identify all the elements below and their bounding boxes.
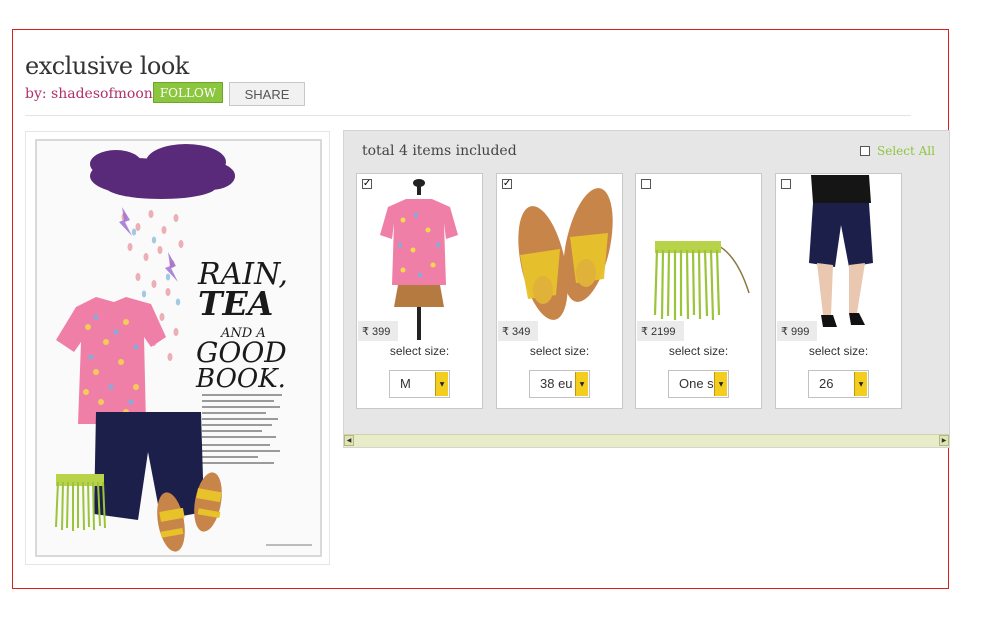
- size-value: M: [400, 376, 411, 391]
- item-price: ₹ 2199: [637, 321, 684, 341]
- select-all-control[interactable]: Select All: [860, 144, 935, 158]
- item-checkbox[interactable]: [781, 179, 791, 189]
- size-value: 38 eu: [540, 376, 573, 391]
- scroll-left-icon[interactable]: ◀: [344, 435, 354, 446]
- collage-headline-line-2: TEA: [198, 284, 273, 323]
- select-all-label[interactable]: Select All: [877, 144, 935, 158]
- item-checkbox[interactable]: ✓: [502, 179, 512, 189]
- product-image-top[interactable]: [358, 175, 481, 340]
- size-label: select size:: [389, 344, 450, 358]
- size-dropdown[interactable]: One s ▼: [668, 370, 729, 398]
- product-image-sandals[interactable]: [498, 175, 621, 340]
- product-card[interactable]: ₹ 999 select size: 26 ▼: [775, 173, 902, 409]
- collage-headline-line-5: BOOK.: [195, 364, 286, 394]
- size-dropdown[interactable]: M ▼: [389, 370, 450, 398]
- size-label: select size:: [668, 344, 729, 358]
- follow-button[interactable]: FOLLOW: [153, 82, 223, 103]
- look-collage-image: RAIN, TEA AND A GOOD BOOK.: [25, 131, 330, 565]
- horizontal-scrollbar[interactable]: ◀ ▶: [344, 434, 949, 447]
- size-value: One s: [679, 376, 714, 391]
- dropdown-arrow-icon[interactable]: ▼: [435, 372, 448, 396]
- dropdown-arrow-icon[interactable]: ▼: [714, 372, 727, 396]
- size-label: select size:: [529, 344, 590, 358]
- product-card[interactable]: ✓ ₹ 399 select size: M ▼: [356, 173, 483, 409]
- item-price: ₹ 999: [777, 321, 818, 341]
- select-all-checkbox[interactable]: [860, 146, 870, 156]
- divider: [25, 115, 911, 116]
- product-image-clutch[interactable]: [637, 175, 760, 340]
- dropdown-arrow-icon[interactable]: ▼: [575, 372, 588, 396]
- scroll-right-icon[interactable]: ▶: [939, 435, 949, 446]
- size-label: select size:: [808, 344, 869, 358]
- size-dropdown[interactable]: 38 eu ▼: [529, 370, 590, 398]
- items-panel: total 4 items included Select All ✓ ₹ 39…: [343, 130, 950, 448]
- author-byline[interactable]: by: shadesofmoon: [25, 86, 153, 102]
- dropdown-arrow-icon[interactable]: ▼: [854, 372, 867, 396]
- size-dropdown[interactable]: 26 ▼: [808, 370, 869, 398]
- item-checkbox[interactable]: [641, 179, 651, 189]
- item-price: ₹ 349: [498, 321, 539, 341]
- item-checkbox[interactable]: ✓: [362, 179, 372, 189]
- product-image-shorts[interactable]: [777, 175, 900, 340]
- share-button[interactable]: SHARE: [229, 82, 305, 106]
- size-value: 26: [819, 376, 834, 391]
- item-price: ₹ 399: [358, 321, 399, 341]
- product-card[interactable]: ₹ 2199 select size: One s ▼: [635, 173, 762, 409]
- page-title: exclusive look: [25, 52, 189, 80]
- items-count-label: total 4 items included: [362, 143, 517, 159]
- product-card[interactable]: ✓ ₹ 349 select size: 38 eu ▼: [496, 173, 623, 409]
